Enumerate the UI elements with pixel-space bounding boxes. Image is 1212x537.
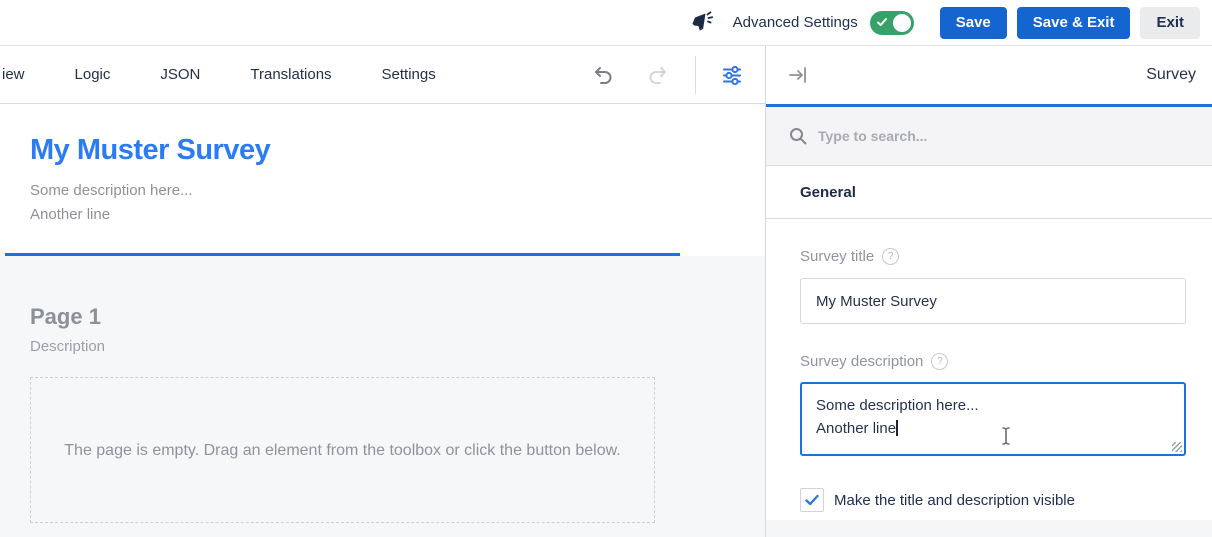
designer-area: iew Logic JSON Translations Settings — [0, 46, 765, 537]
help-icon[interactable]: ? — [882, 248, 899, 265]
settings-sliders-icon[interactable] — [720, 63, 744, 87]
top-bar: Advanced Settings Save Save & Exit Exit — [0, 0, 1212, 46]
property-search-row — [766, 107, 1212, 166]
checkbox-checked-icon[interactable] — [800, 488, 824, 512]
collapse-panel-icon[interactable] — [786, 63, 810, 87]
textarea-resize-handle[interactable] — [1172, 442, 1182, 452]
search-icon — [788, 126, 808, 146]
tab-logic[interactable]: Logic — [50, 66, 136, 83]
text-caret — [896, 420, 898, 436]
canvas-survey-description[interactable]: Some description here... Another line — [30, 179, 765, 227]
tab-preview[interactable]: iew — [0, 66, 50, 83]
save-and-exit-button[interactable]: Save & Exit — [1017, 7, 1131, 39]
survey-title-label: Survey title — [800, 248, 874, 265]
tab-translations[interactable]: Translations — [225, 66, 356, 83]
survey-header-block[interactable]: My Muster Survey Some description here..… — [0, 104, 765, 256]
section-general-label: General — [800, 184, 856, 201]
search-input[interactable] — [818, 128, 1158, 144]
survey-title-input[interactable] — [800, 278, 1186, 324]
megaphone-icon — [689, 10, 715, 36]
visibility-checkbox-label: Make the title and description visible — [834, 492, 1075, 509]
description-line: Some description here... — [816, 394, 1184, 417]
canvas-survey-title[interactable]: My Muster Survey — [30, 134, 765, 167]
property-panel-title: Survey — [1146, 66, 1196, 84]
survey-description-label: Survey description — [800, 353, 923, 370]
page-description[interactable]: Description — [30, 338, 765, 355]
survey-description-textarea[interactable]: Some description here... Another line — [800, 382, 1186, 456]
undo-icon[interactable] — [591, 63, 615, 87]
property-form: Survey title ? Survey description ? Some… — [766, 219, 1212, 520]
survey-title-label-row: Survey title ? — [800, 248, 1186, 265]
survey-description-label-row: Survey description ? — [800, 353, 1186, 370]
visibility-checkbox-row[interactable]: Make the title and description visible — [800, 488, 1186, 512]
exit-button[interactable]: Exit — [1140, 7, 1200, 39]
tab-json[interactable]: JSON — [135, 66, 225, 83]
tab-settings[interactable]: Settings — [357, 66, 461, 83]
redo-icon[interactable] — [646, 63, 670, 87]
toolbar-divider — [695, 56, 696, 94]
help-icon[interactable]: ? — [931, 353, 948, 370]
page-title[interactable]: Page 1 — [30, 304, 765, 330]
canvas-description-line: Some description here... — [30, 179, 765, 203]
survey-header-underline — [5, 253, 680, 256]
survey-creator-app: Advanced Settings Save Save & Exit Exit … — [0, 0, 1212, 537]
toggle-check-icon — [876, 16, 888, 28]
save-button[interactable]: Save — [940, 7, 1007, 39]
tab-bar: iew Logic JSON Translations Settings — [0, 46, 765, 104]
advanced-settings-toggle[interactable] — [870, 11, 914, 35]
empty-page-message: The page is empty. Drag an element from … — [64, 438, 620, 463]
mouse-ibeam-cursor — [1000, 426, 1012, 446]
canvas-description-line: Another line — [30, 203, 765, 227]
toggle-knob — [893, 14, 911, 32]
property-panel-header: Survey — [766, 46, 1212, 104]
panel-footer — [766, 520, 1212, 537]
section-general[interactable]: General — [766, 166, 1212, 219]
advanced-settings-label: Advanced Settings — [733, 14, 858, 31]
property-grid-panel: Survey General Survey title ? Survey des… — [766, 46, 1212, 537]
empty-page-dropzone[interactable]: The page is empty. Drag an element from … — [30, 377, 655, 523]
page-design-surface: Page 1 Description The page is empty. Dr… — [0, 256, 765, 537]
